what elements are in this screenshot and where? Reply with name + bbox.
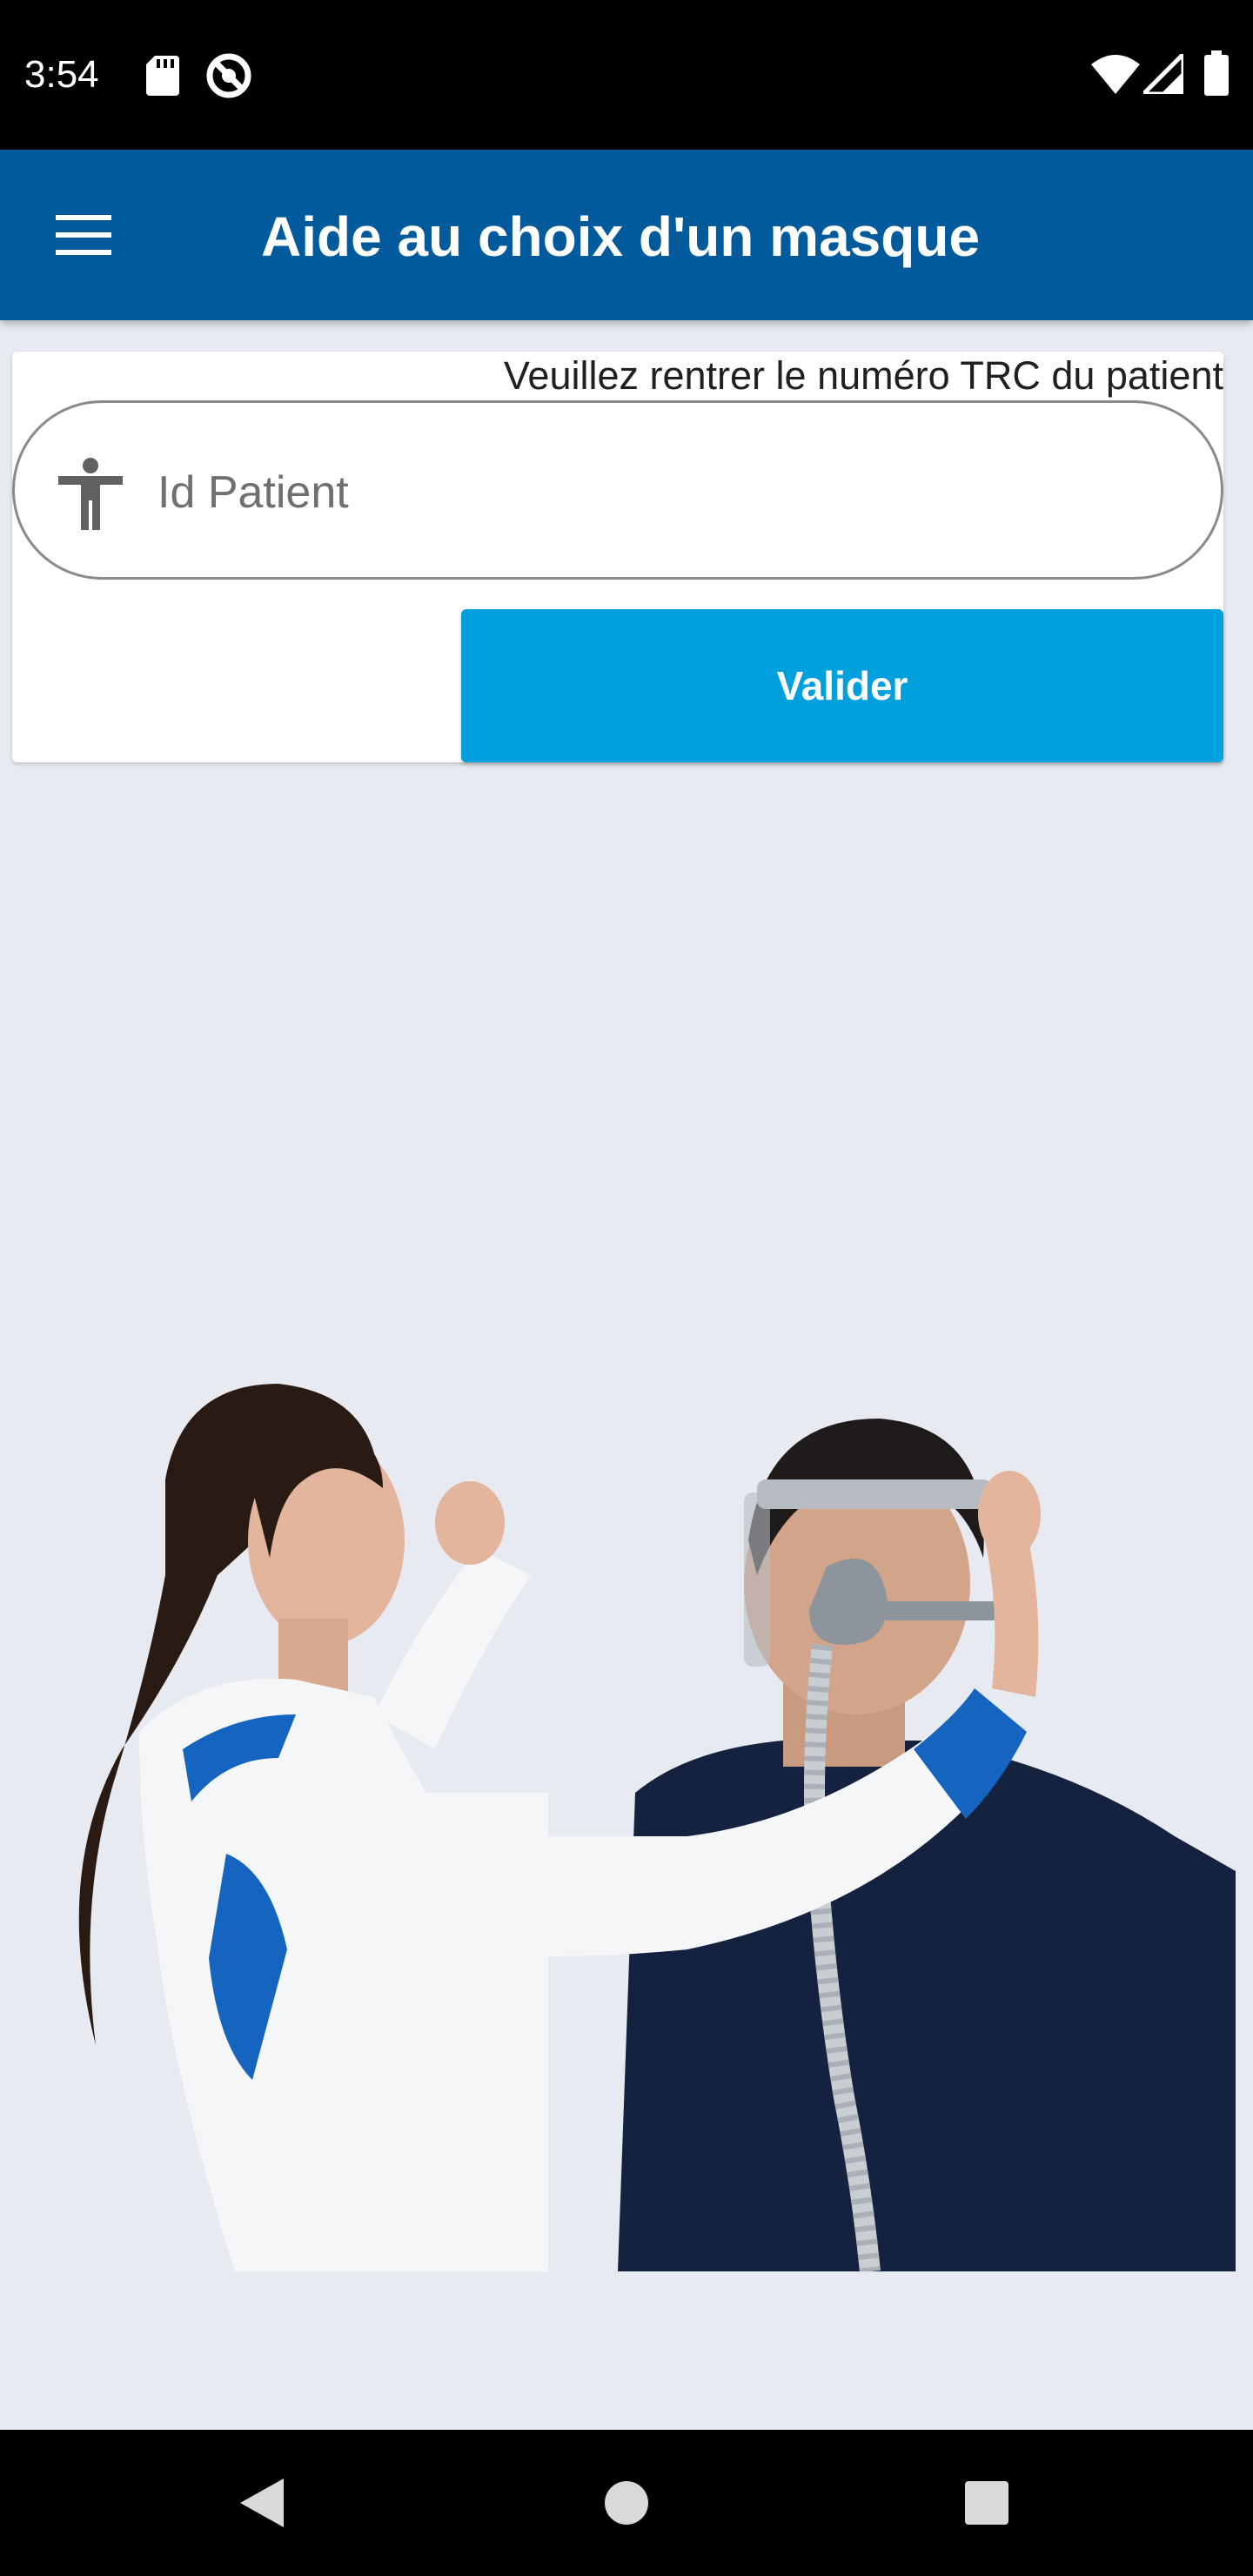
home-button[interactable] — [583, 2459, 670, 2546]
patient-form-card: Veuillez rentrer le numéro TRC du patien… — [12, 352, 1223, 762]
status-bar: 3:54 — [0, 0, 1253, 150]
recents-icon — [965, 2481, 1008, 2525]
app-bar: Aide au choix d'un masque — [0, 150, 1253, 320]
patient-id-field[interactable] — [12, 400, 1223, 580]
back-button[interactable] — [218, 2459, 305, 2546]
home-icon — [605, 2481, 648, 2525]
sd-card-icon — [146, 56, 179, 96]
status-time: 3:54 — [24, 53, 99, 96]
wifi-icon — [1091, 55, 1140, 94]
recents-button[interactable] — [943, 2459, 1030, 2546]
back-icon — [240, 2479, 284, 2527]
valider-button[interactable]: Valider — [461, 609, 1223, 762]
cellular-signal-icon — [1143, 54, 1183, 94]
do-not-disturb-icon — [206, 53, 251, 98]
system-nav-bar — [0, 2430, 1253, 2576]
cpap-fitting-illustration — [78, 1384, 1236, 2271]
hamburger-menu-icon — [56, 215, 111, 255]
page-title: Aide au choix d'un masque — [261, 205, 981, 268]
accessibility-person-icon — [58, 458, 123, 530]
menu-button[interactable] — [42, 193, 125, 277]
battery-icon — [1204, 50, 1229, 96]
patient-id-hint: Veuillez rentrer le numéro TRC du patien… — [503, 353, 1223, 398]
patient-id-input[interactable] — [156, 445, 1183, 540]
